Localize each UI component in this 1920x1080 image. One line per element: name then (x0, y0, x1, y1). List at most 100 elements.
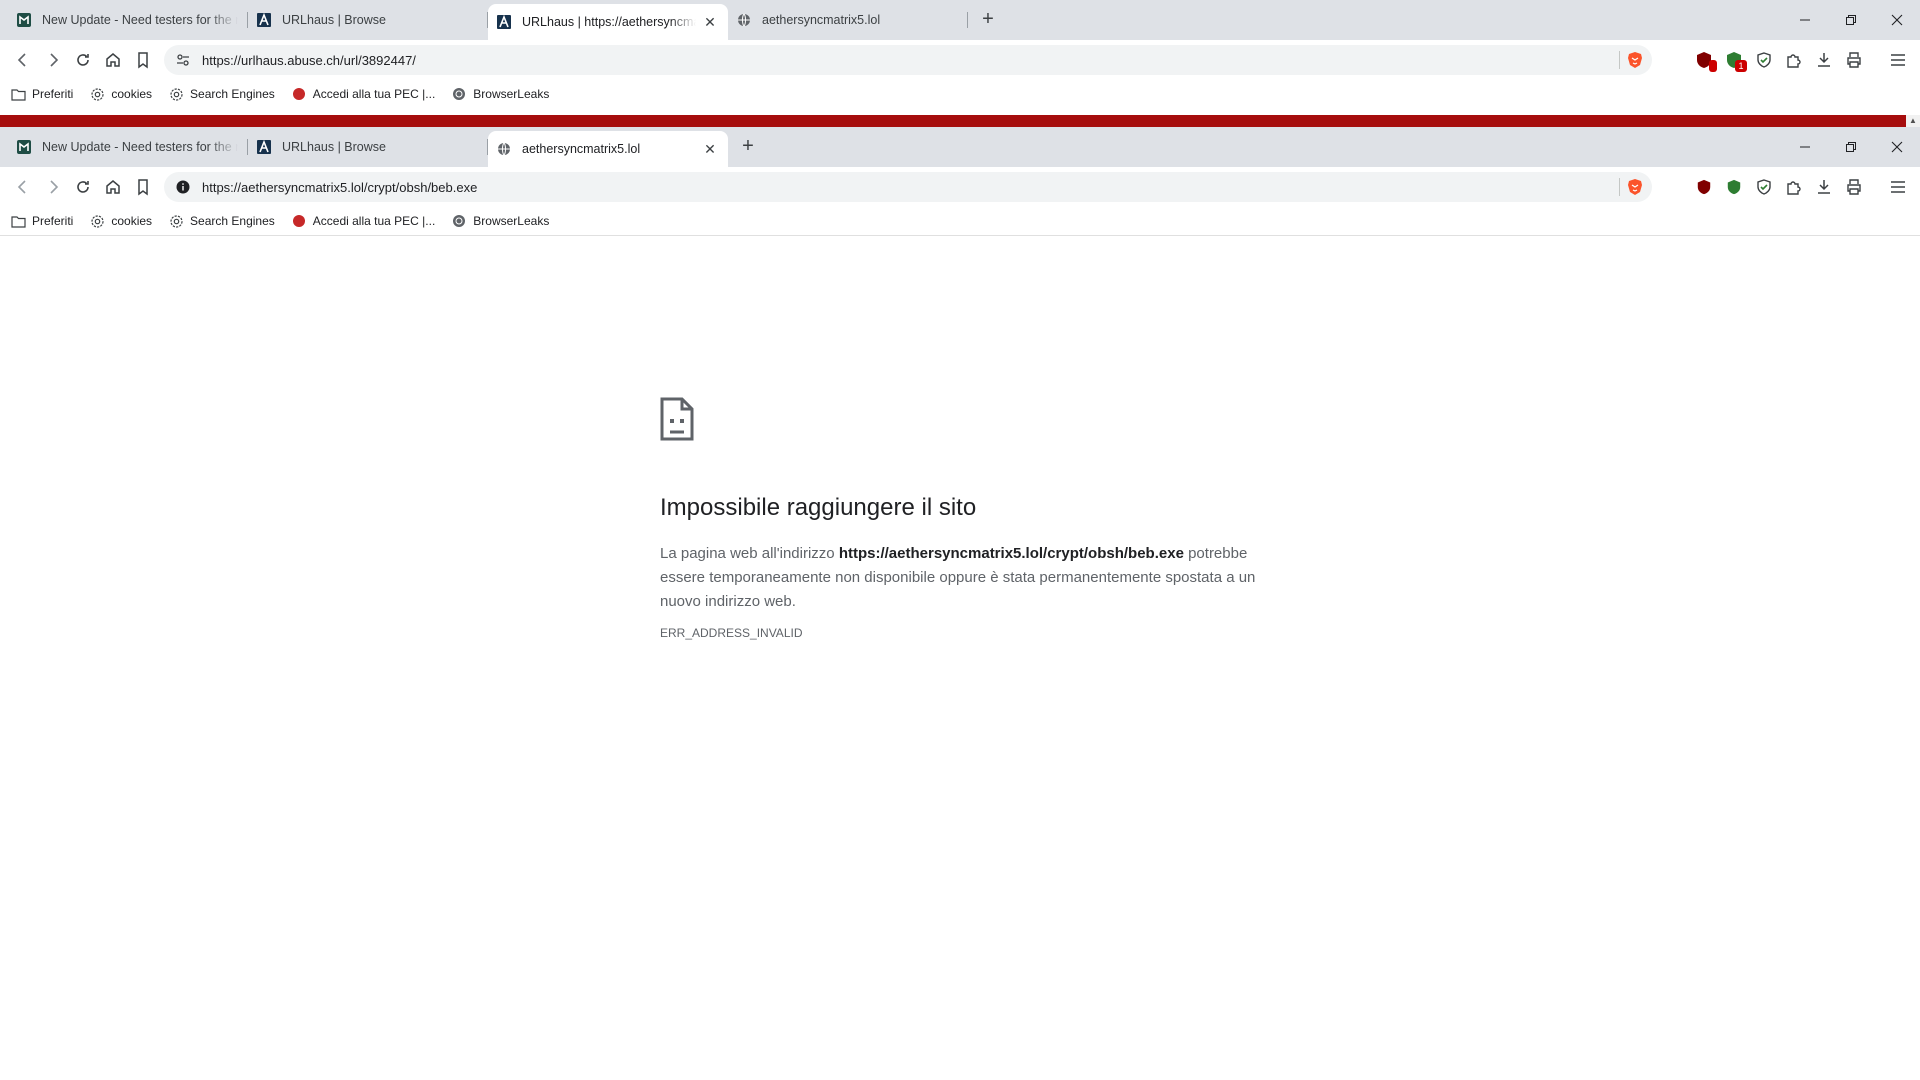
bookmark-button[interactable] (128, 45, 158, 75)
address-bar[interactable]: https://aethersyncmatrix5.lol/crypt/obsh… (164, 172, 1652, 202)
site-settings-icon[interactable] (174, 51, 192, 69)
menu-button[interactable] (1884, 46, 1912, 74)
back-icon (17, 53, 26, 67)
new-tab-button[interactable]: + (734, 133, 762, 161)
info-icon[interactable] (174, 178, 192, 196)
tab-title: New Update - Need testers for the new (42, 140, 238, 154)
bookmark-browserleaks[interactable]: BrowserLeaks (451, 86, 549, 102)
bookmark-cookies[interactable]: cookies (89, 86, 152, 102)
restore-button[interactable] (1828, 127, 1874, 167)
shield-extension[interactable] (1720, 173, 1748, 201)
shield-extension[interactable]: 1 (1720, 46, 1748, 74)
folder-icon (10, 86, 26, 102)
close-icon[interactable]: ✕ (702, 141, 718, 157)
bookmark-icon (138, 52, 148, 69)
tab-new-update[interactable]: New Update - Need testers for the new (8, 131, 248, 163)
bookmark-browserleaks[interactable]: BrowserLeaks (451, 213, 549, 229)
green-shield-icon (1727, 179, 1741, 195)
bookmark-button[interactable] (128, 172, 158, 202)
address-host: https://aethersyncmatrix5.lol (202, 179, 364, 195)
error-page: Impossibile raggiungere il sito La pagin… (660, 397, 1260, 640)
tab-aethersync[interactable]: aethersyncmatrix5.lol ✕ (488, 131, 728, 167)
pec-icon (291, 213, 307, 229)
bookmark-icon (138, 179, 148, 196)
extensions-button[interactable] (1780, 173, 1808, 201)
forward-button[interactable] (38, 45, 68, 75)
tab-urlhaus-browse[interactable]: URLhaus | Browse (248, 131, 488, 163)
error-description: La pagina web all'indirizzo https://aeth… (660, 542, 1260, 614)
browserleaks-icon (451, 86, 467, 102)
privacy-extension[interactable] (1750, 173, 1778, 201)
extensions-area (1690, 173, 1912, 201)
close-window-button[interactable] (1874, 0, 1920, 40)
bookmark-cookies[interactable]: cookies (89, 213, 152, 229)
bookmark-label: Search Engines (190, 214, 275, 228)
bookmark-pec[interactable]: Accedi alla tua PEC |... (291, 213, 436, 229)
forward-button[interactable] (38, 172, 68, 202)
forward-icon (50, 180, 59, 194)
toolbar: https://urlhaus.abuse.ch/url/3892447/ 1 (0, 40, 1920, 80)
check-shield-icon (1757, 179, 1771, 195)
extensions-button[interactable] (1780, 46, 1808, 74)
bookmark-search-engines[interactable]: Search Engines (168, 86, 275, 102)
home-icon (106, 180, 120, 194)
minimize-button[interactable] (1782, 127, 1828, 167)
address-bar[interactable]: https://urlhaus.abuse.ch/url/3892447/ (164, 45, 1652, 75)
bookmark-label: Search Engines (190, 87, 275, 101)
close-window-button[interactable] (1874, 127, 1920, 167)
gear-icon (89, 213, 105, 229)
mhouse-icon (16, 12, 32, 28)
bookmark-pec[interactable]: Accedi alla tua PEC |... (291, 86, 435, 102)
printer-icon (1847, 52, 1861, 68)
tab-title: New Update - Need testers for the new (42, 13, 238, 27)
restore-icon (1846, 142, 1856, 152)
tab-urlhaus-url[interactable]: URLhaus | https://aethersyncmatrix ✕ (488, 4, 728, 40)
home-button[interactable] (98, 172, 128, 202)
downloads-button[interactable] (1810, 46, 1838, 74)
error-code: ERR_ADDRESS_INVALID (660, 626, 803, 640)
back-button[interactable] (8, 45, 38, 75)
page-content-strip (0, 115, 1906, 127)
close-icon[interactable]: ✕ (702, 14, 718, 30)
shield-badge: 1 (1735, 60, 1747, 72)
reload-button[interactable] (68, 45, 98, 75)
privacy-extension[interactable] (1750, 46, 1778, 74)
ublock-extension[interactable] (1690, 46, 1718, 74)
browser-window-2: New Update - Need testers for the new UR… (0, 127, 1920, 1080)
scroll-up-arrow[interactable]: ▲ (1906, 115, 1920, 127)
bookmark-preferiti[interactable]: Preferiti (10, 213, 73, 229)
downloads-button[interactable] (1810, 173, 1838, 201)
bookmark-preferiti[interactable]: Preferiti (10, 86, 73, 102)
mhouse-icon (16, 139, 32, 155)
menu-button[interactable] (1884, 173, 1912, 201)
bookmark-label: Accedi alla tua PEC |... (312, 214, 436, 228)
brave-shield-icon[interactable] (1626, 51, 1644, 69)
reload-button[interactable] (68, 172, 98, 202)
tab-urlhaus-browse[interactable]: URLhaus | Browse (248, 4, 488, 36)
folder-icon (10, 213, 26, 229)
bookmark-search-engines[interactable]: Search Engines (168, 213, 275, 229)
minimize-icon (1800, 19, 1810, 21)
home-button[interactable] (98, 45, 128, 75)
tab-new-update[interactable]: New Update - Need testers for the new (8, 4, 248, 36)
error-title: Impossibile raggiungere il sito (660, 494, 977, 521)
minimize-button[interactable] (1782, 0, 1828, 40)
print-button[interactable] (1840, 46, 1868, 74)
new-tab-button[interactable]: + (974, 6, 1002, 34)
window-controls (1782, 127, 1920, 167)
address-url: https://urlhaus.abuse.ch/url/3892447/ (202, 53, 416, 68)
browser-window-1: New Update - Need testers for the new UR… (0, 0, 1920, 115)
brave-shield-icon[interactable] (1626, 178, 1644, 196)
sad-document-icon (660, 397, 694, 441)
back-button[interactable] (8, 172, 38, 202)
tab-aethersync[interactable]: aethersyncmatrix5.lol (728, 4, 968, 36)
restore-button[interactable] (1828, 0, 1874, 40)
pec-icon (291, 86, 307, 102)
address-host: https://urlhaus.abuse.ch (202, 52, 341, 68)
ublock-extension[interactable] (1690, 173, 1718, 201)
bookmarks-bar: Preferiti cookies Search Engines Accedi … (0, 207, 1920, 235)
print-button[interactable] (1840, 173, 1868, 201)
address-url: https://aethersyncmatrix5.lol/crypt/obsh… (202, 180, 477, 195)
error-desc-text: La pagina web all'indirizzo (660, 545, 839, 562)
restore-icon (1846, 15, 1856, 25)
